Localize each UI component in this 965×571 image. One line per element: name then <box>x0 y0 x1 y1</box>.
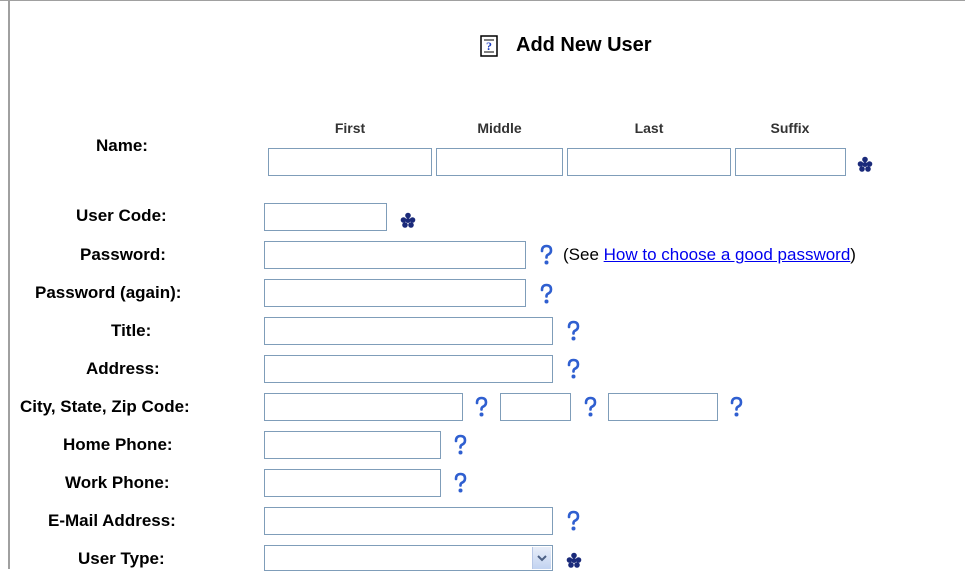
question-mark-icon[interactable] <box>566 510 580 532</box>
work-phone-input[interactable] <box>264 469 441 497</box>
password-again-input[interactable] <box>264 279 526 307</box>
name-label: Name: <box>96 136 148 155</box>
asterisk-required-icon <box>857 156 873 172</box>
work-phone-label: Work Phone: <box>65 473 170 492</box>
password-help-link[interactable]: How to choose a good password <box>604 245 851 264</box>
title-label: Title: <box>111 321 152 340</box>
middle-name-input[interactable] <box>436 148 563 176</box>
state-input[interactable] <box>500 393 571 421</box>
question-mark-icon[interactable] <box>729 396 743 418</box>
address-label: Address: <box>86 359 160 378</box>
question-mark-icon[interactable] <box>453 472 467 494</box>
user-code-input[interactable] <box>264 203 387 231</box>
middle-name-header: Middle <box>477 120 522 136</box>
home-phone-input[interactable] <box>264 431 441 459</box>
question-mark-icon[interactable] <box>474 396 488 418</box>
password-help-note: (See How to choose a good password) <box>563 245 856 265</box>
user-type-label: User Type: <box>78 549 165 568</box>
chevron-down-icon <box>537 555 547 562</box>
question-mark-icon[interactable] <box>453 434 467 456</box>
password-label: Password: <box>80 245 166 264</box>
user-type-select[interactable] <box>264 545 553 571</box>
dropdown-arrow-button[interactable] <box>532 547 551 569</box>
question-mark-icon[interactable] <box>566 320 580 342</box>
password-again-label: Password (again): <box>35 283 182 302</box>
suffix-input[interactable] <box>735 148 846 176</box>
user-code-label: User Code: <box>76 206 167 225</box>
password-help-prefix: (See <box>563 245 604 264</box>
window-top-border <box>0 0 965 1</box>
first-name-header: First <box>334 120 366 136</box>
question-mark-icon[interactable] <box>539 244 553 266</box>
question-mark-icon[interactable] <box>539 283 553 305</box>
document-help-icon: ? <box>480 34 498 57</box>
question-mark-icon[interactable] <box>583 396 597 418</box>
first-name-input[interactable] <box>268 148 432 176</box>
email-input[interactable] <box>264 507 553 535</box>
last-name-input[interactable] <box>567 148 731 176</box>
page-title: Add New User <box>516 34 652 56</box>
address-input[interactable] <box>264 355 553 383</box>
page-header: ? Add New User <box>480 34 652 57</box>
window-left-border <box>8 0 10 569</box>
city-state-zip-label: City, State, Zip Code: <box>20 397 190 416</box>
title-input[interactable] <box>264 317 553 345</box>
home-phone-label: Home Phone: <box>63 435 173 454</box>
svg-text:?: ? <box>486 39 492 53</box>
last-name-header: Last <box>634 120 664 136</box>
zip-input[interactable] <box>608 393 718 421</box>
email-label: E-Mail Address: <box>48 511 176 530</box>
asterisk-required-icon <box>566 552 582 568</box>
asterisk-required-icon <box>400 212 416 228</box>
password-input[interactable] <box>264 241 526 269</box>
question-mark-icon[interactable] <box>566 358 580 380</box>
password-help-suffix: ) <box>850 245 856 264</box>
suffix-header: Suffix <box>770 120 810 136</box>
city-input[interactable] <box>264 393 463 421</box>
